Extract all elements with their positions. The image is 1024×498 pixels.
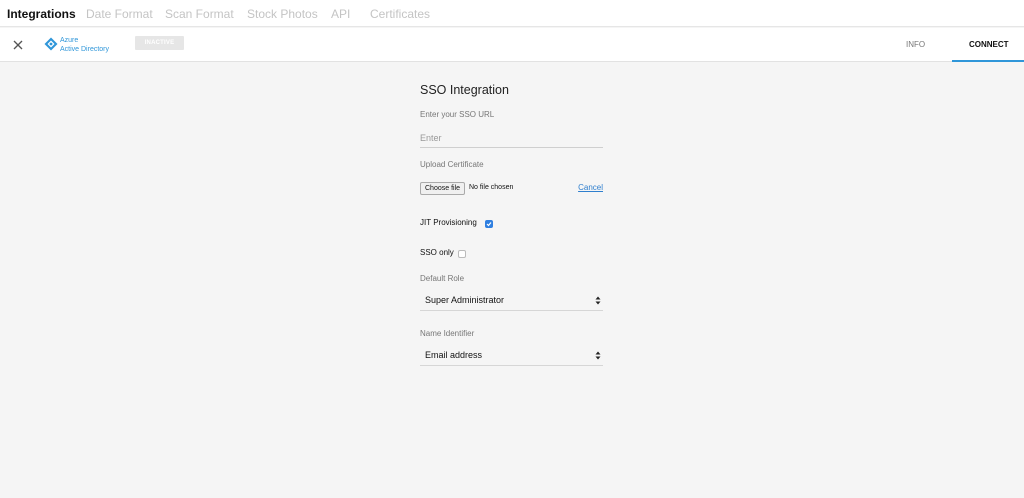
active-tab-indicator bbox=[952, 60, 1024, 62]
default-role-value: Super Administrator bbox=[425, 295, 505, 305]
name-identifier-label: Name Identifier bbox=[420, 329, 475, 338]
choose-file-button[interactable]: Choose file bbox=[420, 182, 466, 195]
close-button[interactable] bbox=[10, 37, 26, 53]
close-icon bbox=[13, 40, 23, 50]
integration-header: Azure Active Directory INACTIVE INFO CON… bbox=[0, 28, 1024, 62]
sso-url-input[interactable] bbox=[420, 128, 603, 148]
integration-name-line1: Azure bbox=[60, 37, 79, 44]
name-identifier-select[interactable]: Email address bbox=[420, 345, 603, 366]
status-badge: INACTIVE bbox=[135, 36, 184, 50]
integration-name-line2: Active Directory bbox=[60, 46, 110, 53]
name-identifier-value: Email address bbox=[425, 350, 483, 360]
sso-only-checkbox[interactable] bbox=[458, 250, 466, 258]
jit-provisioning-checkbox[interactable] bbox=[485, 220, 493, 228]
top-nav: Integrations Date Format Scan Format Sto… bbox=[0, 0, 1024, 27]
cancel-link[interactable]: Cancel bbox=[578, 183, 603, 192]
sso-url-label: Enter your SSO URL bbox=[420, 110, 495, 119]
tab-info[interactable]: INFO bbox=[906, 40, 925, 49]
tab-connect[interactable]: CONNECT bbox=[969, 40, 1009, 49]
azure-ad-logo-icon bbox=[44, 37, 58, 51]
jit-provisioning-label: JIT Provisioning bbox=[420, 218, 477, 227]
select-arrows-icon bbox=[595, 351, 601, 360]
form-title: SSO Integration bbox=[420, 83, 509, 97]
tab-integrations[interactable]: Integrations bbox=[7, 7, 76, 21]
checkmark-icon bbox=[486, 222, 492, 227]
tab-api[interactable]: API bbox=[331, 7, 350, 21]
tab-scan-format[interactable]: Scan Format bbox=[165, 7, 234, 21]
tab-stock-photos[interactable]: Stock Photos bbox=[247, 7, 318, 21]
tab-date-format[interactable]: Date Format bbox=[86, 7, 153, 21]
default-role-label: Default Role bbox=[420, 274, 465, 283]
integration-name: Azure Active Directory bbox=[60, 36, 109, 54]
default-role-select[interactable]: Super Administrator bbox=[420, 290, 603, 311]
sso-only-label: SSO only bbox=[420, 248, 454, 257]
upload-certificate-label: Upload Certificate bbox=[420, 160, 484, 169]
tab-certificates[interactable]: Certificates bbox=[370, 7, 430, 21]
select-arrows-icon bbox=[595, 296, 601, 305]
file-status-text: No file chosen bbox=[469, 184, 514, 191]
